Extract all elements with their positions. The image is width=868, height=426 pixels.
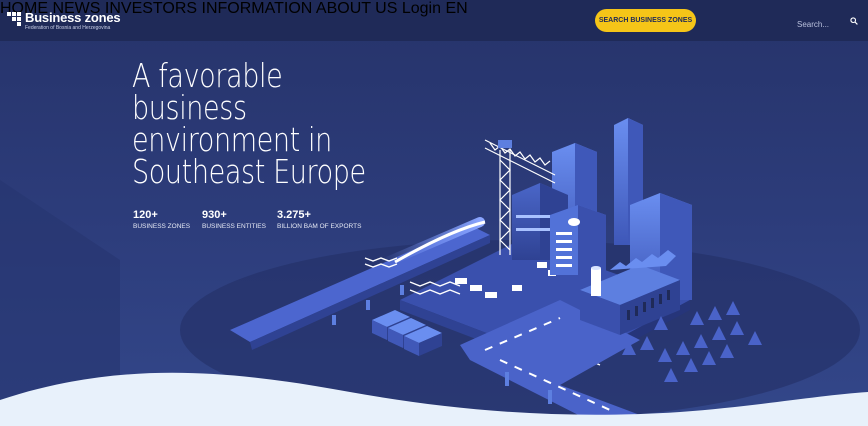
stat-value: 3.275+	[277, 209, 311, 221]
logo-title: Business zones	[25, 10, 121, 25]
stat-value: 930+	[202, 209, 227, 221]
login-link[interactable]: Login	[402, 0, 441, 17]
hero-headline: A favorable business environment in Sout…	[132, 59, 366, 191]
language-selector[interactable]: EN	[445, 0, 467, 17]
stat-value: 120+	[133, 209, 158, 221]
search-business-zones-button[interactable]: SEARCH BUSINESS ZONES	[595, 9, 696, 32]
stat-label: BUSINESS ENTITIES	[202, 223, 266, 230]
logo-mark-icon	[7, 12, 22, 26]
stat-exports: 3.275+ BILLION BAM OF EXPORTS	[277, 209, 361, 231]
headline-line: Southeast Europe	[132, 152, 366, 191]
logo-subtitle: Federation of Bosnia and Herzegovina	[25, 25, 111, 31]
stat-label: BILLION BAM OF EXPORTS	[277, 223, 362, 230]
search-icon[interactable]	[850, 17, 858, 25]
search-box	[797, 14, 859, 31]
logo[interactable]: Business zones Federation of Bosnia and …	[7, 10, 121, 31]
site-header: Business zones Federation of Bosnia and …	[0, 0, 868, 41]
city-illustration	[0, 118, 868, 426]
stat-business-zones: 120+ BUSINESS ZONES	[133, 209, 190, 231]
hero-section: Business zones Federation of Bosnia and …	[0, 0, 868, 426]
nav-about-us[interactable]: ABOUT US	[316, 0, 398, 17]
nav-information[interactable]: INFORMATION	[202, 0, 313, 17]
stat-business-entities: 930+ BUSINESS ENTITIES	[202, 209, 266, 231]
search-input[interactable]	[797, 18, 845, 31]
stat-label: BUSINESS ZONES	[133, 223, 191, 230]
